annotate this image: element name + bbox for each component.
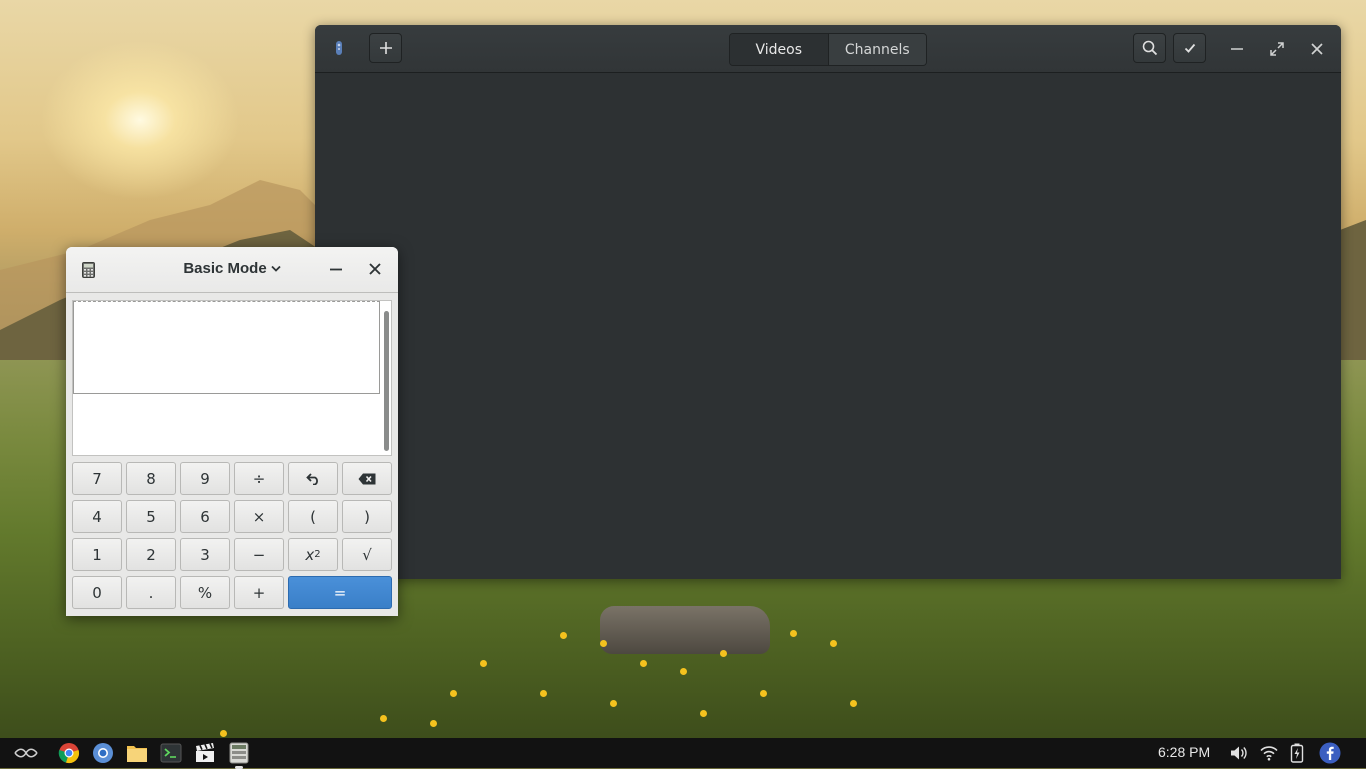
- calc-minimize-button[interactable]: [326, 259, 346, 279]
- close-icon: [369, 263, 381, 275]
- video-content-area: [315, 73, 1341, 579]
- key-3[interactable]: 3: [180, 538, 230, 571]
- calc-close-button[interactable]: [365, 259, 385, 279]
- folder-icon: [127, 746, 147, 762]
- key-multiply[interactable]: ×: [234, 500, 284, 533]
- scrollbar[interactable]: [384, 311, 389, 451]
- key-divide[interactable]: ÷: [234, 462, 284, 495]
- budgie-menu-icon: [14, 748, 38, 758]
- checkmark-icon: [1184, 43, 1195, 53]
- battery-charging-icon: [1290, 743, 1304, 763]
- key-subtract[interactable]: −: [234, 538, 284, 571]
- key-4[interactable]: 4: [72, 500, 122, 533]
- key-9[interactable]: 9: [180, 462, 230, 495]
- key-percent[interactable]: %: [180, 576, 230, 609]
- taskbar-video-app[interactable]: [194, 742, 216, 764]
- key-square[interactable]: x2: [288, 538, 338, 571]
- calculator-headerbar: Basic Mode: [66, 247, 398, 293]
- key-1[interactable]: 1: [72, 538, 122, 571]
- key-2[interactable]: 2: [126, 538, 176, 571]
- notifications-button[interactable]: [1319, 742, 1341, 764]
- key-5[interactable]: 5: [126, 500, 176, 533]
- backspace-icon: [358, 473, 376, 484]
- mode-label: Basic Mode: [183, 260, 267, 277]
- key-7[interactable]: 7: [72, 462, 122, 495]
- key-backspace[interactable]: [342, 462, 392, 495]
- square-exponent: 2: [314, 549, 321, 560]
- calculator-window: Basic Mode 7 8 9 ÷ 4 5 6 × ( ) 1 2 3 − x…: [66, 247, 398, 616]
- chromium-icon: [93, 743, 113, 763]
- minimize-button[interactable]: [1225, 37, 1249, 61]
- select-button[interactable]: [1173, 33, 1206, 63]
- taskbar: 6:28 PM: [0, 738, 1366, 769]
- mode-menu-button[interactable]: Basic Mode: [66, 260, 398, 277]
- chevron-down-icon: [271, 260, 281, 277]
- plus-icon: [379, 42, 392, 54]
- volume-indicator[interactable]: [1228, 742, 1250, 764]
- key-undo[interactable]: [288, 462, 338, 495]
- tab-channels[interactable]: Channels: [827, 34, 926, 65]
- taskbar-files[interactable]: [126, 742, 148, 764]
- key-add[interactable]: +: [234, 576, 284, 609]
- clock[interactable]: 6:28 PM: [1158, 744, 1210, 760]
- key-6[interactable]: 6: [180, 500, 230, 533]
- minimize-icon: [330, 268, 342, 271]
- maximize-icon: [1270, 42, 1284, 56]
- calculator-display[interactable]: [72, 300, 392, 456]
- calculator-icon: [229, 742, 249, 764]
- add-button[interactable]: [369, 33, 402, 63]
- taskbar-chromium[interactable]: [92, 742, 114, 764]
- tab-videos[interactable]: Videos: [730, 34, 828, 65]
- volume-icon: [1231, 746, 1247, 760]
- wallpaper-rock: [600, 606, 770, 654]
- history-view: [73, 301, 380, 394]
- app-menu-button[interactable]: [12, 742, 40, 764]
- key-8[interactable]: 8: [126, 462, 176, 495]
- clapperboard-icon: [196, 743, 214, 762]
- search-button[interactable]: [1133, 33, 1166, 63]
- view-switcher: Videos Channels: [729, 33, 927, 66]
- battery-indicator[interactable]: [1286, 742, 1308, 764]
- square-base: x: [305, 545, 315, 564]
- network-indicator[interactable]: [1258, 742, 1280, 764]
- entry-field[interactable]: [73, 394, 380, 455]
- key-open-paren[interactable]: (: [288, 500, 338, 533]
- close-button[interactable]: [1305, 37, 1329, 61]
- taskbar-terminal[interactable]: [160, 742, 182, 764]
- key-close-paren[interactable]: ): [342, 500, 392, 533]
- taskbar-chrome[interactable]: [58, 742, 80, 764]
- search-icon: [1142, 40, 1157, 56]
- undo-icon: [306, 472, 318, 485]
- video-app-window: Videos Channels: [315, 25, 1341, 579]
- chrome-icon: [58, 743, 79, 764]
- key-equals[interactable]: =: [288, 576, 392, 609]
- key-0[interactable]: 0: [72, 576, 122, 609]
- terminal-icon: [160, 743, 182, 763]
- facebook-icon: [1319, 742, 1341, 764]
- app-remote-icon: [336, 41, 342, 55]
- key-sqrt[interactable]: √: [342, 538, 392, 571]
- key-decimal[interactable]: .: [126, 576, 176, 609]
- taskbar-calculator[interactable]: [228, 742, 250, 769]
- maximize-button[interactable]: [1265, 37, 1289, 61]
- close-icon: [1311, 43, 1323, 55]
- wifi-icon: [1260, 746, 1278, 761]
- video-app-headerbar: Videos Channels: [315, 25, 1341, 73]
- minimize-icon: [1231, 48, 1243, 50]
